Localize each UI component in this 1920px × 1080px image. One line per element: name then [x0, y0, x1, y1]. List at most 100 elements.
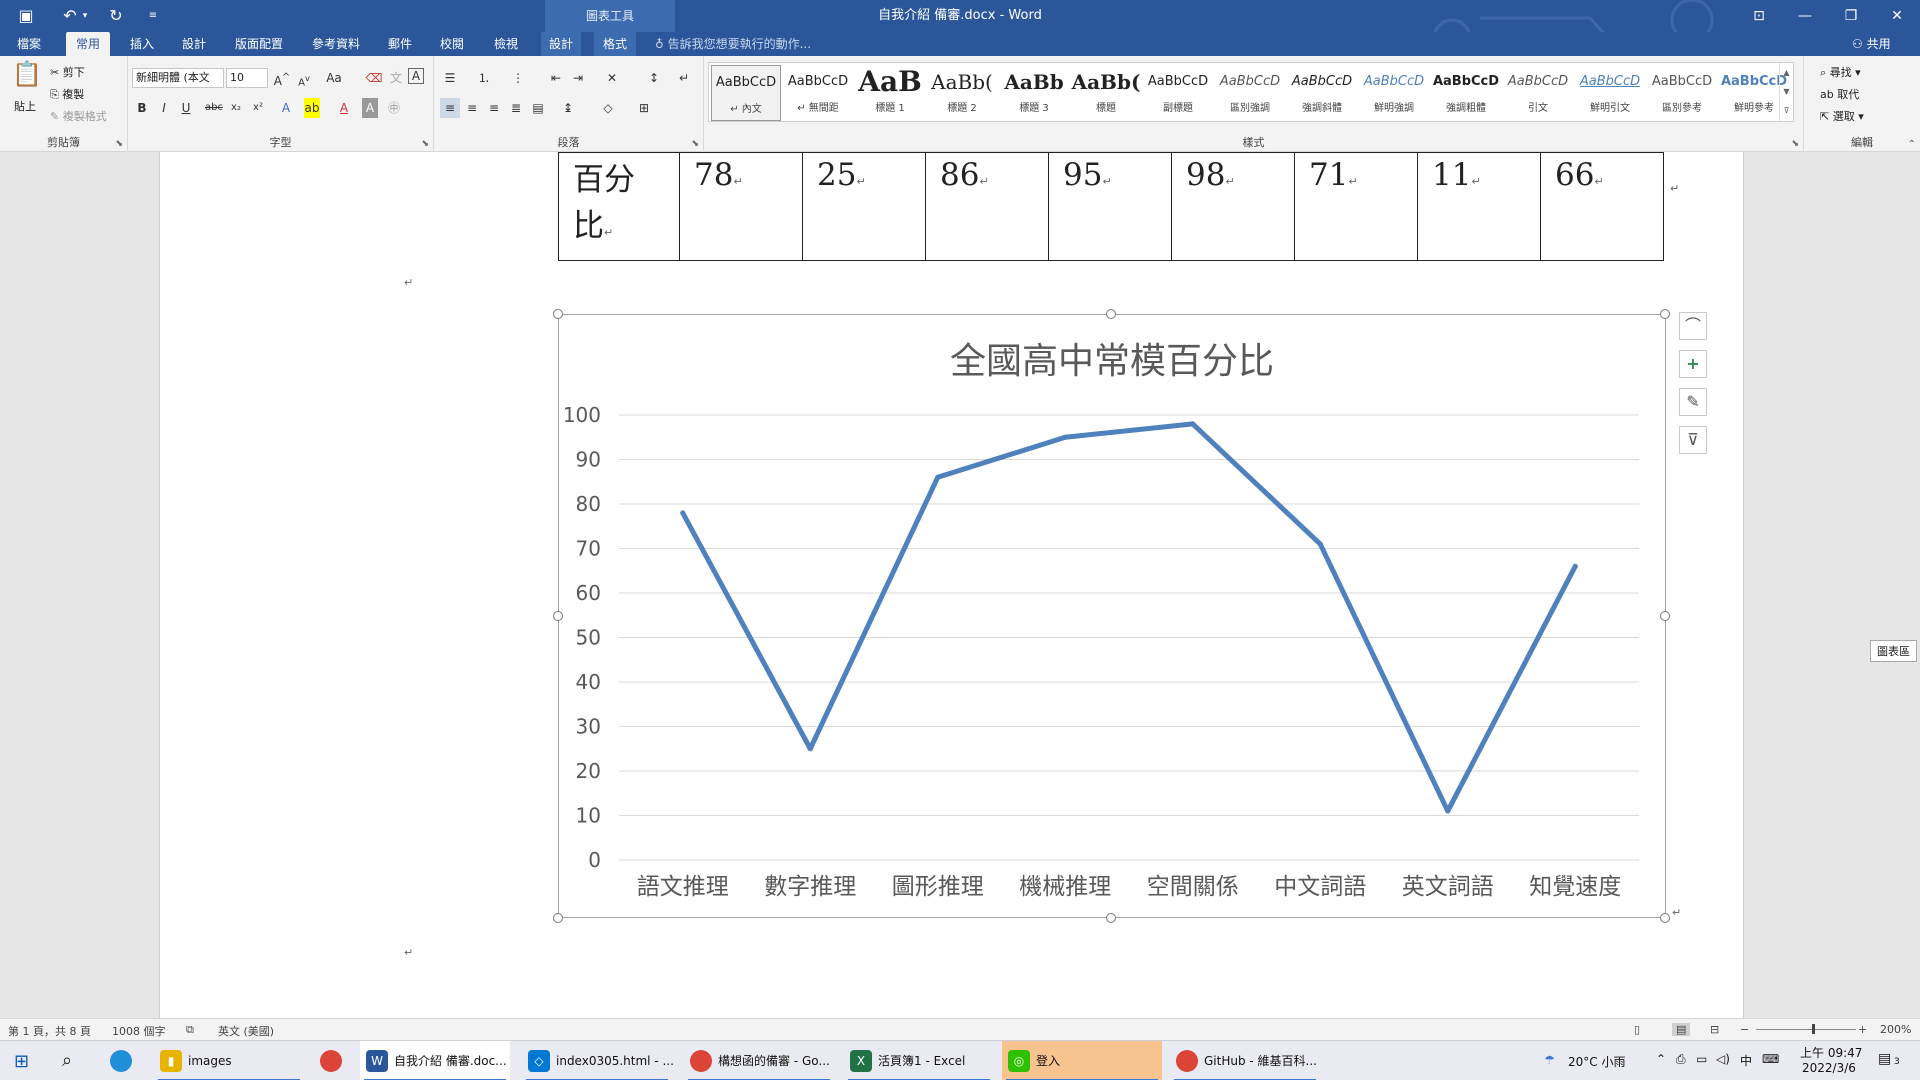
table-cell[interactable]: 11↵	[1417, 152, 1541, 261]
close-button[interactable]: ✕	[1874, 0, 1920, 32]
taskbar-app-chrome-github[interactable]: GitHub - 維基百科...	[1170, 1041, 1320, 1080]
chart-elements-icon[interactable]: +	[1679, 350, 1707, 378]
font-name-box[interactable]: 新細明體 (本文	[132, 68, 224, 88]
style-heading-2[interactable]: AaBb(標題 2	[927, 65, 997, 121]
taskbar-app-excel[interactable]: X 活頁簿1 - Excel	[844, 1041, 994, 1080]
sort-icon[interactable]: ↕	[644, 68, 664, 88]
line-spacing-icon[interactable]: ↨	[558, 98, 578, 118]
read-mode-icon[interactable]: ▯	[1634, 1023, 1640, 1036]
font-color-icon[interactable]: A	[334, 98, 354, 118]
style-strong[interactable]: AaBbCcD 強調粗體	[1431, 65, 1501, 121]
search-icon[interactable]: ⌕	[62, 1050, 72, 1071]
share-button[interactable]: ⚇ 共用	[1852, 32, 1891, 56]
shrink-font-icon[interactable]: Av	[294, 68, 314, 88]
minimize-button[interactable]: —	[1782, 0, 1828, 32]
grow-font-icon[interactable]: A^	[272, 68, 292, 88]
zoom-out-icon[interactable]: −	[1740, 1023, 1749, 1036]
tab-chart-format[interactable]: 格式	[594, 32, 636, 56]
format-painter-button[interactable]: ✎ 複製格式	[50, 108, 107, 124]
taskbar-app-word[interactable]: W 自我介紹 備審.doc...	[360, 1041, 510, 1080]
styles-scroll-controls[interactable]: ▲ ▼ ⊽	[1779, 63, 1793, 121]
replace-button[interactable]: ab 取代	[1820, 86, 1859, 102]
chart-filters-icon[interactable]: ⊽	[1679, 426, 1707, 454]
select-button[interactable]: ⇱ 選取 ▾	[1820, 108, 1864, 124]
find-button[interactable]: ⌕ 尋找 ▾	[1820, 64, 1861, 80]
increase-indent-icon[interactable]: ⇥	[568, 68, 588, 88]
zoom-slider-thumb[interactable]	[1812, 1024, 1815, 1034]
paragraph-launcher-icon[interactable]: ⬊	[691, 139, 699, 149]
tab-view[interactable]: 檢視	[486, 32, 526, 56]
styles-launcher-icon[interactable]: ⬊	[1791, 139, 1799, 149]
paste-icon[interactable]: 📋	[12, 62, 42, 96]
volume-icon[interactable]: ◁)	[1716, 1052, 1730, 1066]
multilevel-list-icon[interactable]: ⋮	[508, 68, 528, 88]
text-effects-icon[interactable]: A	[276, 98, 296, 118]
word-count[interactable]: 1008 個字	[112, 1023, 166, 1039]
proofing-icon[interactable]: ⧉	[186, 1023, 194, 1037]
italic-icon[interactable]: I	[154, 98, 174, 118]
paste-label[interactable]: 貼上	[14, 98, 36, 114]
clipboard-launcher-icon[interactable]: ⬊	[115, 139, 123, 149]
layout-options-icon[interactable]: ⌒	[1679, 312, 1707, 340]
tab-design[interactable]: 設計	[174, 32, 214, 56]
enclose-characters-icon[interactable]: ㊥	[384, 98, 404, 118]
show-marks-icon[interactable]: ↵	[674, 68, 694, 88]
table-cell[interactable]: 98↵	[1171, 152, 1295, 261]
table-cell[interactable]: 78↵	[679, 152, 803, 261]
copy-button[interactable]: ⎘ 複製	[50, 86, 84, 102]
web-layout-icon[interactable]: ⊟	[1710, 1023, 1719, 1036]
style-emphasis[interactable]: AaBbCcD 強調斜體	[1287, 65, 1357, 121]
show-hidden-icons[interactable]: ⌃	[1656, 1052, 1666, 1066]
clear-formatting-icon[interactable]: ⌫	[364, 68, 384, 88]
redo-icon[interactable]: ↻	[100, 4, 132, 28]
notification-icon[interactable]: ▤	[1878, 1051, 1891, 1067]
clock-date[interactable]: 2022/3/6	[1802, 1061, 1856, 1075]
resize-handle[interactable]	[553, 309, 563, 319]
collapse-ribbon-icon[interactable]: ⌃	[1908, 139, 1916, 150]
ime-indicator[interactable]: 中	[1740, 1052, 1752, 1069]
resize-handle[interactable]	[553, 611, 563, 621]
highlight-icon[interactable]: ab	[304, 98, 320, 118]
ribbon-display-options-icon[interactable]: ⊡	[1736, 0, 1782, 32]
superscript-icon[interactable]: x²	[248, 98, 268, 118]
restore-button[interactable]: ❐	[1828, 0, 1874, 32]
align-center-icon[interactable]: ≡	[462, 98, 482, 118]
zoom-in-icon[interactable]: +	[1858, 1023, 1867, 1036]
subscript-icon[interactable]: x₂	[226, 98, 246, 118]
style-heading-3[interactable]: AaBb 標題 3	[999, 65, 1069, 121]
bold-icon[interactable]: B	[132, 98, 152, 118]
chart-title[interactable]: 全國高中常模百分比	[950, 341, 1274, 382]
weather-icon[interactable]: ☂	[1544, 1053, 1555, 1067]
clock-time[interactable]: 上午 09:47	[1800, 1044, 1862, 1061]
justify-icon[interactable]: ≣	[506, 98, 526, 118]
character-border-icon[interactable]: A	[408, 68, 424, 84]
language-indicator[interactable]: 英文 (美國)	[218, 1023, 274, 1039]
resize-handle[interactable]	[1660, 913, 1670, 923]
tell-me-search[interactable]: ♁ 告訴我您想要執行的動作...	[655, 32, 811, 56]
table-cell[interactable]: 95↵	[1048, 152, 1172, 261]
table-cell[interactable]: 71↵	[1294, 152, 1418, 261]
undo-dropdown-icon[interactable]: ▾	[78, 4, 92, 28]
decrease-indent-icon[interactable]: ⇤	[546, 68, 566, 88]
tab-home[interactable]: 常用	[66, 32, 110, 56]
table-header-cell[interactable]: 百分比↵	[558, 152, 680, 261]
resize-handle[interactable]	[553, 913, 563, 923]
style-title[interactable]: AaBb(標題	[1071, 65, 1141, 121]
align-right-icon[interactable]: ≡	[484, 98, 504, 118]
zoom-level[interactable]: 200%	[1880, 1023, 1911, 1036]
print-layout-icon[interactable]: ▤	[1672, 1023, 1691, 1036]
borders-icon[interactable]: ⊞	[634, 98, 654, 118]
phonetic-guide-icon[interactable]: 文	[386, 68, 406, 88]
style-subtle-reference[interactable]: AaBbCcD 區別參考	[1647, 65, 1717, 121]
resize-handle[interactable]	[1106, 309, 1116, 319]
shading-icon[interactable]: ◇	[598, 98, 618, 118]
style-subtle-emphasis[interactable]: AaBbCcD 區別強調	[1215, 65, 1285, 121]
cut-button[interactable]: ✂ 剪下	[50, 64, 85, 80]
numbering-icon[interactable]: ⒈	[474, 68, 494, 88]
table-cell[interactable]: 25↵	[802, 152, 926, 261]
display-icon[interactable]: ▭	[1696, 1052, 1707, 1066]
style-subtitle[interactable]: AaBbCcD 副標題	[1143, 65, 1213, 121]
change-case-icon[interactable]: Aa	[324, 68, 344, 88]
underline-icon[interactable]: U	[176, 98, 196, 118]
chart-styles-icon[interactable]: ✎	[1679, 388, 1707, 416]
